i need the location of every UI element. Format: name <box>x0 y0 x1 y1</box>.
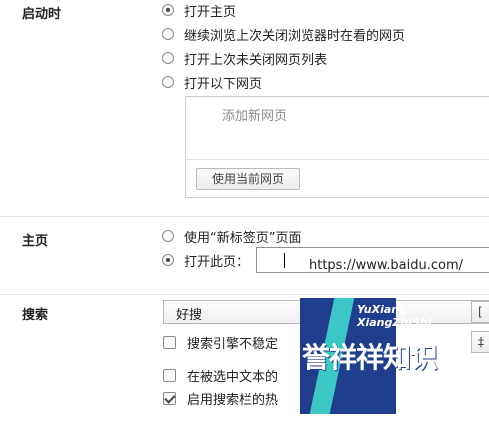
radio-button[interactable] <box>162 4 174 16</box>
radio-button[interactable] <box>162 254 174 266</box>
radio-button[interactable] <box>162 230 174 242</box>
add-page-field[interactable]: 添加新网页 <box>222 105 287 124</box>
homepage-option-open-page[interactable]: 打开此页： <box>162 251 250 270</box>
section-divider <box>0 294 489 295</box>
homepage-option-label: 打开此页： <box>184 254 250 270</box>
search-section-label: 搜索 <box>22 308 49 323</box>
settings-page: 启动时 打开主页 继续浏览上次关闭浏览器时在看的网页 打开上次未关闭网页列表 打… <box>0 0 489 424</box>
startup-option-label: 继续浏览上次关闭浏览器时在看的网页 <box>184 28 406 44</box>
homepage-url-text: https://www.baidu.com/ <box>283 253 463 273</box>
manage-search-engines-button[interactable]: [ <box>471 301 489 323</box>
checkbox[interactable] <box>163 391 176 405</box>
checkbox[interactable] <box>163 335 176 349</box>
homepage-option-newtab[interactable]: 使用“新标签页”页面 <box>162 227 302 246</box>
radio-button[interactable] <box>162 52 174 64</box>
startup-option-label: 打开上次未关闭网页列表 <box>184 52 328 68</box>
search-engine-value: 好搜 <box>176 308 203 323</box>
watermark-text: YuXiang <box>357 303 407 316</box>
startup-option-home[interactable]: 打开主页 <box>162 1 237 20</box>
text-caret <box>284 253 285 268</box>
use-current-pages-button[interactable]: 使用当前网页 <box>196 168 300 190</box>
watermark-title: 誉祥祥知识 <box>302 341 438 374</box>
startup-option-continue[interactable]: 继续浏览上次关闭浏览器时在看的网页 <box>162 25 406 44</box>
checkbox[interactable] <box>163 368 176 382</box>
checkbox-label: 启用搜索栏的热 <box>187 392 279 408</box>
homepage-option-label: 使用“新标签页”页面 <box>184 230 302 246</box>
search-checkbox-row[interactable]: 搜索引擎不稳定 <box>163 333 279 352</box>
search-checkbox-row[interactable]: 在被选中文本的 <box>163 366 279 385</box>
radio-button[interactable] <box>162 76 174 88</box>
search-option-button[interactable]: ‡ <box>471 331 489 353</box>
startup-option-open-pages[interactable]: 打开以下网页 <box>162 73 263 92</box>
startup-section-label: 启动时 <box>22 7 62 22</box>
search-checkbox-row[interactable]: 启用搜索栏的热 <box>163 389 279 408</box>
checkbox-label: 在被选中文本的 <box>187 369 279 385</box>
startup-option-label: 打开以下网页 <box>184 76 263 92</box>
startup-option-unclosed-list[interactable]: 打开上次未关闭网页列表 <box>162 49 328 68</box>
pages-list-area: 添加新网页 <box>186 97 489 160</box>
radio-button[interactable] <box>162 28 174 40</box>
homepage-section-label: 主页 <box>22 234 49 249</box>
homepage-url-input[interactable]: https://www.baidu.com/ <box>256 247 489 273</box>
watermark-text: XiangZhiShi <box>357 316 432 329</box>
section-divider <box>0 216 489 217</box>
homepage-url-value: https://www.baidu.com/ <box>309 258 464 273</box>
startup-option-label: 打开主页 <box>184 4 237 20</box>
checkbox-label: 搜索引擎不稳定 <box>187 336 279 352</box>
